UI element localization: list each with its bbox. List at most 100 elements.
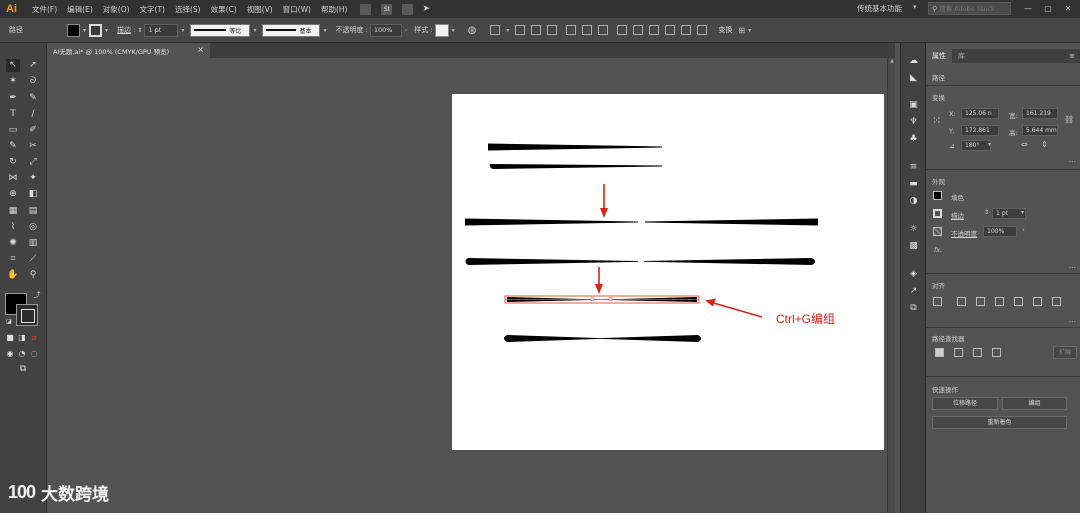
chevron-right-icon[interactable]: › bbox=[1022, 226, 1025, 234]
image-trace-icon[interactable]: ▣ bbox=[907, 100, 920, 111]
anchor-point[interactable] bbox=[608, 297, 613, 301]
transparency-icon[interactable]: ◑ bbox=[907, 196, 920, 207]
align-to-icon[interactable] bbox=[490, 25, 501, 35]
align-top-icon[interactable] bbox=[566, 25, 577, 35]
shaper-tool-icon[interactable]: ✎ bbox=[6, 140, 20, 153]
distribute-left-icon[interactable] bbox=[665, 25, 676, 35]
align-bottom-icon[interactable] bbox=[598, 25, 609, 35]
direct-selection-tool-icon[interactable]: ➚ bbox=[26, 59, 40, 72]
stroke-weight-stepper-icon[interactable]: ⇕ bbox=[137, 27, 142, 34]
flip-vertical-icon[interactable]: ⇕ bbox=[1041, 140, 1048, 149]
menu-edit[interactable]: 编辑(E) bbox=[62, 4, 98, 15]
y-field[interactable]: 172.861 bbox=[961, 125, 999, 136]
scroll-up-icon[interactable]: ▲ bbox=[888, 58, 896, 66]
align-vcenter-icon[interactable] bbox=[582, 25, 593, 35]
distribute-hcenter-icon[interactable] bbox=[681, 25, 692, 35]
align-hcenter-icon[interactable] bbox=[531, 25, 542, 35]
align-right-icon[interactable] bbox=[547, 25, 558, 35]
selection-tool-icon[interactable]: ↖ bbox=[6, 59, 20, 72]
split-stroke-right[interactable] bbox=[645, 218, 818, 226]
distribute-top-icon[interactable] bbox=[617, 25, 628, 35]
variable-width-profile[interactable]: 等比 bbox=[190, 23, 251, 37]
menu-type[interactable]: 文字(T) bbox=[135, 4, 170, 15]
line-segment-tool-icon[interactable]: / bbox=[26, 108, 40, 121]
width-field[interactable]: 161.219 bbox=[1022, 108, 1058, 119]
rectangle-tool-icon[interactable]: ▭ bbox=[6, 124, 20, 137]
chevron-down-icon[interactable]: ▾ bbox=[748, 27, 751, 34]
bridge-icon[interactable] bbox=[360, 3, 372, 15]
vertical-scrollbar[interactable]: ▲ bbox=[887, 58, 895, 513]
intersect-icon[interactable] bbox=[973, 348, 982, 357]
menu-object[interactable]: 对象(O) bbox=[98, 4, 135, 15]
stroke-weight-field[interactable]: 1 pt bbox=[144, 23, 179, 37]
creative-cloud-icon[interactable]: ☁ bbox=[907, 56, 920, 67]
menu-file[interactable]: 文件(F) bbox=[27, 4, 62, 15]
fx-button[interactable]: fx. bbox=[934, 246, 942, 254]
scissors-tool-icon[interactable]: ✂ bbox=[26, 140, 40, 153]
tab-properties[interactable]: 属性 bbox=[926, 49, 952, 63]
appearance-icon[interactable]: ☼ bbox=[907, 224, 920, 235]
screen-mode-icon[interactable]: ⧉ bbox=[16, 363, 30, 376]
height-field[interactable]: 5.644 mm bbox=[1022, 125, 1058, 136]
chevron-down-icon[interactable]: ▾ bbox=[452, 27, 455, 34]
zoom-tool-icon[interactable]: ⚲ bbox=[26, 269, 40, 282]
stroke-panel-icon[interactable]: ≡ bbox=[907, 162, 920, 173]
blend-tool-icon[interactable]: ◎ bbox=[26, 221, 40, 234]
tapered-stroke-1[interactable] bbox=[488, 143, 662, 151]
rotate-angle-icon[interactable]: ⊿ bbox=[949, 142, 955, 150]
column-graph-tool-icon[interactable]: ▥ bbox=[26, 237, 40, 250]
maximize-button[interactable]: ▢ bbox=[1041, 3, 1055, 15]
opacity-label[interactable]: 不透明度 bbox=[951, 228, 977, 238]
hand-tool-icon[interactable]: ✋ bbox=[6, 269, 20, 282]
chevron-down-icon[interactable]: ▾ bbox=[506, 27, 509, 34]
panel-menu-icon[interactable]: ≡ bbox=[1069, 52, 1075, 60]
stock-search[interactable]: ⚲ bbox=[928, 2, 1011, 15]
constrain-proportions-icon[interactable]: ⛓ bbox=[1064, 115, 1074, 124]
more-options-icon[interactable]: … bbox=[1069, 262, 1076, 270]
round-stroke-left[interactable] bbox=[465, 258, 639, 265]
stroke-weight-stepper-icon[interactable]: ⇕ bbox=[984, 209, 989, 216]
stroke-color-box[interactable] bbox=[16, 304, 38, 326]
scale-tool-icon[interactable]: ⤢ bbox=[26, 156, 40, 169]
export-icon[interactable]: ↗ bbox=[907, 286, 920, 297]
artboard[interactable] bbox=[452, 94, 884, 450]
chevron-down-icon[interactable]: ▾ bbox=[913, 3, 917, 11]
slice-tool-icon[interactable]: ⟋ bbox=[26, 253, 40, 266]
document-tab[interactable]: AI无题.ai* @ 100% (CMYK/GPU 预览) × bbox=[47, 43, 210, 58]
puppet-warp-tool-icon[interactable]: ✦ bbox=[26, 172, 40, 185]
menu-effect[interactable]: 效果(C) bbox=[206, 4, 242, 15]
align-right-icon[interactable] bbox=[995, 297, 1004, 306]
align-left-icon[interactable] bbox=[515, 25, 526, 35]
align-vcenter-icon[interactable] bbox=[1033, 297, 1042, 306]
fill-color-swatch[interactable] bbox=[67, 23, 80, 37]
align-top-icon[interactable] bbox=[1014, 297, 1023, 306]
puppet-icon[interactable]: ♆ bbox=[907, 117, 920, 128]
canvas-area[interactable]: Ctrl+G编组 bbox=[47, 58, 887, 513]
artwork[interactable] bbox=[452, 94, 884, 450]
stroke-label[interactable]: 描边 bbox=[951, 210, 964, 220]
distribute-bottom-icon[interactable] bbox=[649, 25, 660, 35]
lasso-tool-icon[interactable]: ᘐ bbox=[26, 75, 40, 88]
magic-wand-tool-icon[interactable]: ✶ bbox=[6, 75, 20, 88]
menu-help[interactable]: 帮助(H) bbox=[316, 4, 353, 15]
type-tool-icon[interactable]: T bbox=[6, 108, 20, 121]
stock-icon[interactable]: St bbox=[381, 3, 393, 15]
search-input[interactable] bbox=[939, 4, 1006, 13]
opacity-label[interactable]: 不透明度 bbox=[335, 25, 363, 35]
round-stroke-right[interactable] bbox=[644, 258, 815, 265]
eyedropper-tool-icon[interactable]: ⌇ bbox=[6, 221, 20, 234]
artboards-icon[interactable]: ⧉ bbox=[907, 303, 920, 314]
offset-path-button[interactable]: 位移路径 bbox=[932, 397, 998, 410]
symbol-sprayer-tool-icon[interactable]: ✺ bbox=[6, 237, 20, 250]
stroke-swatch[interactable] bbox=[933, 209, 942, 218]
symbols-icon[interactable]: ♣ bbox=[907, 134, 920, 145]
chevron-down-icon[interactable]: ▾ bbox=[253, 27, 256, 34]
workspace-switcher[interactable]: 传统基本功能 bbox=[857, 3, 902, 14]
stroke-color-swatch[interactable] bbox=[89, 23, 103, 37]
align-left-icon[interactable] bbox=[957, 297, 966, 306]
exclude-icon[interactable] bbox=[992, 348, 1001, 357]
more-options-icon[interactable]: … bbox=[1069, 156, 1076, 164]
chevron-down-icon[interactable]: ▾ bbox=[105, 27, 108, 34]
final-round-stroke[interactable] bbox=[504, 335, 701, 342]
shape-builder-tool-icon[interactable]: ⊕ bbox=[6, 188, 20, 201]
